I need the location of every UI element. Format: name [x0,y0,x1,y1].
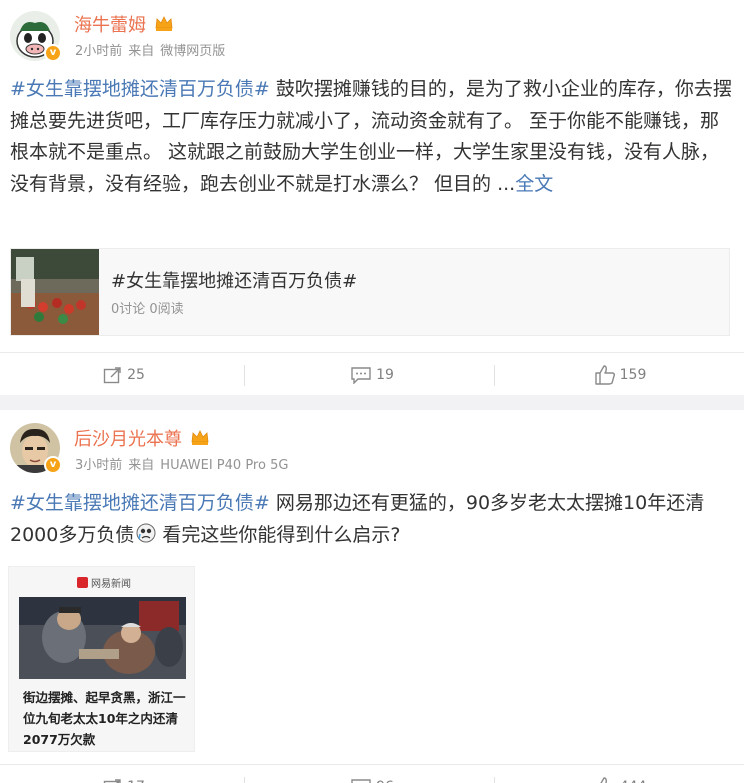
comment-count: 96 [376,779,394,783]
weibo-post-1: v 海牛蕾姆 2小时前 来自 微博网页版 #女生靠摆地摊还清百万负债# 鼓吹摆摊赚钱… [0,0,744,395]
repost-button[interactable]: 25 [0,353,248,397]
netease-logo-icon [77,577,88,588]
post-meta: 3小时前 来自 HUAWEI P40 Pro 5G [75,454,294,473]
post-text: #女生靠摆地摊还清百万负债# 网易那边还有更猛的，90多岁老太太摆摊10年还清2… [10,488,734,551]
action-bar: 17 96 444 [0,764,744,783]
divider [494,365,495,386]
news-image-card[interactable]: 网易新闻 街边摆摊、起早贪黑，浙江一位九旬老太太10年之内还清2077万欠款 [8,566,195,752]
like-icon [599,777,607,783]
repost-button[interactable]: 17 [0,765,248,783]
post-time[interactable]: 2小时前 [75,44,122,59]
news-logo-text: 网易新闻 [91,579,131,590]
topic-thumbnail [11,249,99,335]
topic-stats: 0讨论 0阅读 [111,302,184,317]
repost-count: 17 [127,779,145,783]
news-photo [19,597,186,679]
topic-card[interactable]: #女生靠摆地摊还清百万负债# 0讨论 0阅读 [10,248,730,336]
post-source[interactable]: 微博网页版 [160,44,225,59]
verified-icon: v [44,44,62,62]
expand-full-text-link[interactable]: 全文 [515,173,553,195]
repost-count: 25 [127,367,145,383]
like-icon [594,365,615,385]
like-button[interactable]: 159 [496,353,744,397]
divider [244,777,245,783]
like-count: 444 [620,779,647,783]
username[interactable]: 海牛蕾姆 [74,11,146,37]
source-prefix: 来自 [128,44,155,59]
action-bar: 25 19 159 [0,352,744,396]
verified-icon: v [44,456,62,474]
comment-button[interactable]: 19 [248,353,496,397]
repost-icon [103,367,121,384]
post-text: #女生靠摆地摊还清百万负债# 鼓吹摆摊赚钱的目的，是为了救小企业的库存，你去摆摊… [10,74,734,200]
post-source[interactable]: HUAWEI P40 Pro 5G [160,458,288,473]
divider [494,777,495,783]
post-time[interactable]: 3小时前 [75,458,122,473]
hashtag-link[interactable]: #女生靠摆地摊还清百万负债# [10,492,270,514]
crown-icon[interactable] [190,428,210,446]
crown-icon[interactable] [154,14,174,32]
like-count: 159 [619,367,647,383]
repost-icon [103,779,121,783]
post-meta: 2小时前 来自 微博网页版 [75,40,231,59]
news-headline: 街边摆摊、起早贪黑，浙江一位九旬老太太10年之内还清2077万欠款 [23,690,186,747]
comment-count: 19 [376,367,394,383]
hashtag-link[interactable]: #女生靠摆地摊还清百万负债# [10,78,270,100]
username[interactable]: 后沙月光本尊 [74,425,182,451]
divider [244,365,245,386]
comment-icon [351,367,371,384]
weibo-post-2: v 后沙月光本尊 3小时前 来自 HUAWEI P40 Pro 5G #女生靠摆地摊… [0,410,744,783]
comment-button[interactable]: 96 [248,765,496,783]
topic-title[interactable]: #女生靠摆地摊还清百万负债# [111,267,357,293]
post-body-tail: 看完这些你能得到什么启示? [156,523,401,546]
source-prefix: 来自 [128,458,155,473]
crying-emoji-icon [136,523,156,542]
netease-news-logo: 网易新闻 [77,575,131,590]
like-button[interactable]: 444 [496,765,744,783]
comment-icon [351,779,371,783]
